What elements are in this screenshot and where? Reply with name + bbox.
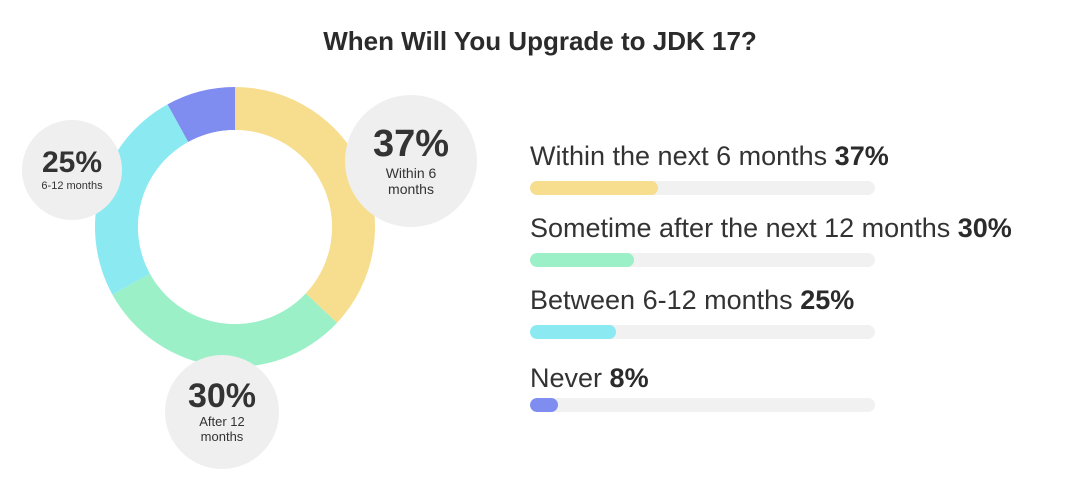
progress-fill bbox=[530, 325, 617, 339]
legend-label: Sometime after the next 12 months bbox=[530, 213, 951, 243]
progress-track bbox=[530, 325, 875, 339]
legend-label: Never bbox=[530, 363, 603, 393]
progress-track bbox=[530, 181, 875, 195]
legend-row-within-6-months: Within the next 6 months 37% bbox=[530, 141, 889, 195]
legend-row-after-12-months: Sometime after the next 12 months 30% bbox=[530, 213, 1012, 267]
bubble-within-6-months-pct: 37% bbox=[372, 122, 450, 165]
bubble-within-6-months: 37% Within 6 months bbox=[345, 95, 477, 227]
legend-pct: 30% bbox=[957, 213, 1012, 243]
bubble-after-12-months-label-line2: months bbox=[200, 429, 244, 444]
progress-fill bbox=[530, 181, 658, 195]
bubble-6-12-months: 25% 6-12 months bbox=[22, 120, 122, 220]
legend-pct: 37% bbox=[834, 141, 889, 171]
progress-track bbox=[530, 398, 875, 412]
bubble-after-12-months: 30% After 12 months bbox=[165, 355, 279, 469]
legend-row-never: Never 8% bbox=[530, 363, 875, 412]
progress-track bbox=[530, 253, 875, 267]
legend-row-between-6-12-months: Between 6-12 months 25% bbox=[530, 285, 875, 339]
donut-hole bbox=[138, 130, 332, 324]
bubble-within-6-months-label-line2: months bbox=[388, 181, 434, 197]
legend-label: Between 6-12 months bbox=[530, 285, 793, 315]
bubble-within-6-months-label-line1: Within 6 bbox=[385, 164, 437, 181]
progress-fill bbox=[530, 253, 634, 267]
bubble-6-12-months-label: 6-12 months bbox=[41, 179, 103, 192]
bubble-6-12-months-pct: 25% bbox=[41, 145, 103, 179]
progress-fill bbox=[530, 398, 558, 412]
legend-label: Within the next 6 months bbox=[530, 141, 828, 171]
bubble-after-12-months-label-line1: After 12 bbox=[199, 414, 245, 430]
bubble-after-12-months-pct: 30% bbox=[187, 377, 257, 416]
legend-pct: 8% bbox=[609, 363, 649, 393]
legend-pct: 25% bbox=[800, 285, 855, 315]
